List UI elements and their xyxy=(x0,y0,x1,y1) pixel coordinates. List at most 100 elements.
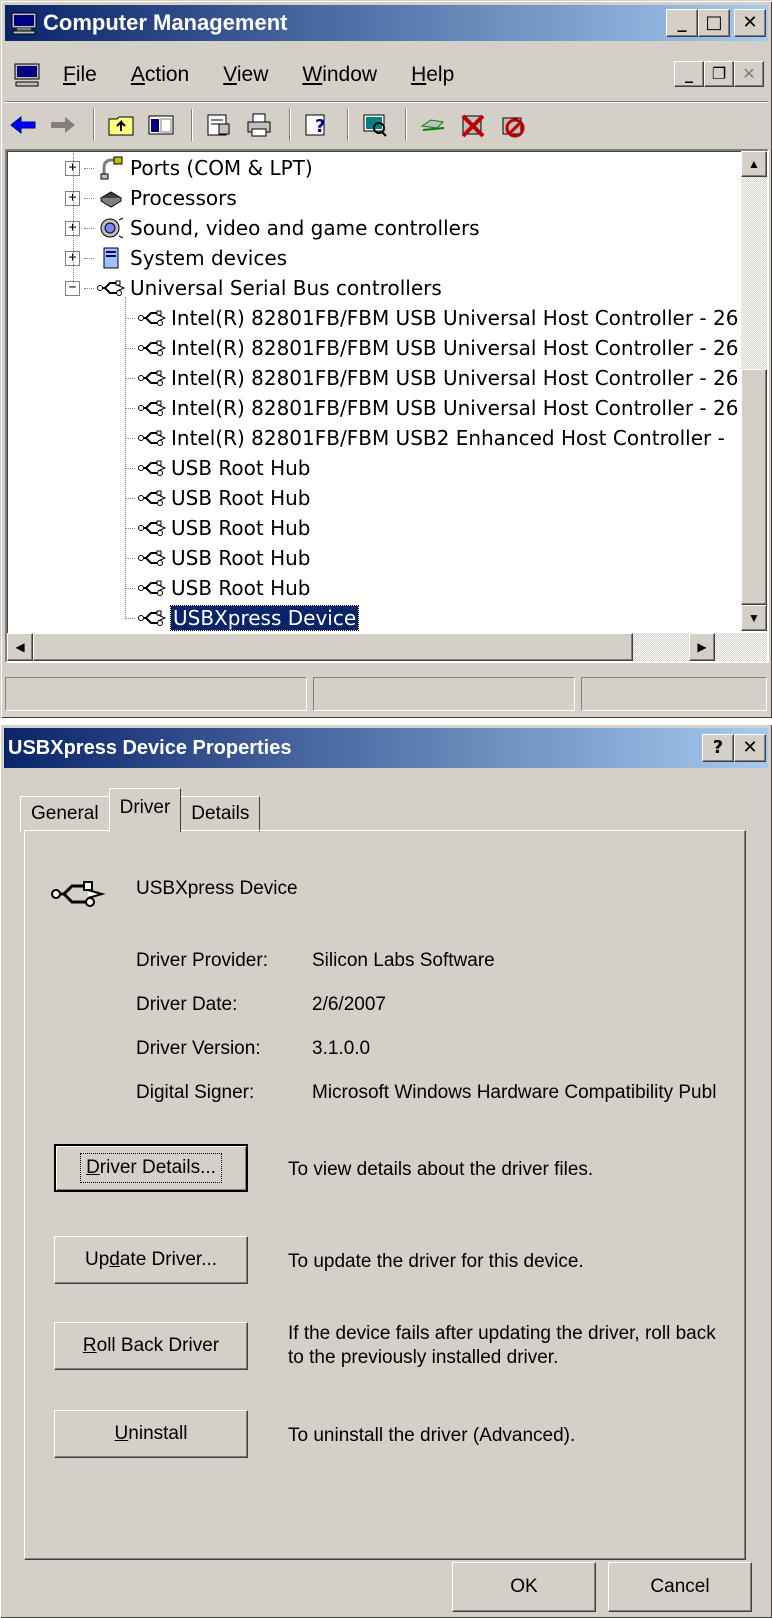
minimize-icon: _ xyxy=(677,12,687,33)
roll-back-driver-button[interactable]: Roll Back Driver xyxy=(54,1322,248,1370)
titlebar[interactable]: Computer Management _ □ ✕ xyxy=(5,5,768,41)
window-title: Computer Management xyxy=(43,10,288,35)
forward-arrow-icon xyxy=(51,116,75,133)
disable-toolbar-button[interactable] xyxy=(495,107,531,143)
device-label: Intel(R) 82801FB/FBM USB Universal Host … xyxy=(171,396,739,420)
vertical-scrollbar[interactable]: ▲ ▼ xyxy=(741,151,767,631)
horizontal-scroll-thumb[interactable] xyxy=(33,633,633,661)
scroll-right-arrow-icon: ▶ xyxy=(697,640,707,654)
console-tree-icon xyxy=(148,115,174,134)
tree-category-row[interactable]: + Ports (COM & LPT) xyxy=(65,153,313,183)
update-driver-icon xyxy=(420,118,445,131)
tree-device-row[interactable]: USB Root Hub xyxy=(125,453,311,483)
menu-view[interactable]: View xyxy=(223,63,268,87)
mdi-restore-button[interactable]: ❐ xyxy=(704,61,734,87)
tab-general[interactable]: General xyxy=(20,796,110,832)
maximize-button[interactable]: □ xyxy=(698,9,730,37)
menu-action[interactable]: Action xyxy=(131,63,189,87)
vertical-scroll-thumb[interactable] xyxy=(741,369,767,605)
tree-device-row[interactable]: USBXpress Device xyxy=(125,603,360,633)
selected-device-label: USBXpress Device xyxy=(169,605,360,631)
computer-management-icon xyxy=(11,11,37,35)
scroll-right-button[interactable]: ▶ xyxy=(689,633,715,661)
show-hide-console-tree-button[interactable] xyxy=(143,107,179,143)
scan-hardware-icon xyxy=(363,114,387,137)
back-arrow-icon xyxy=(10,115,36,134)
device-name: USBXpress Device xyxy=(136,878,298,899)
cancel-button[interactable]: Cancel xyxy=(608,1562,752,1612)
help-icon: ? xyxy=(305,114,325,137)
scroll-left-button[interactable]: ◀ xyxy=(7,633,33,661)
tree-category-label: Processors xyxy=(130,186,237,210)
device-label: Intel(R) 82801FB/FBM USB2 Enhanced Host … xyxy=(171,426,725,450)
help-caption-button[interactable]: ? xyxy=(702,734,734,762)
tree-device-row[interactable]: Intel(R) 82801FB/FBM USB Universal Host … xyxy=(125,303,738,333)
tree-category-label: Sound, video and game controllers xyxy=(130,216,480,240)
scan-hardware-button[interactable] xyxy=(357,107,393,143)
document-icon[interactable] xyxy=(13,62,43,88)
svg-text:?: ? xyxy=(315,116,325,137)
tree-category-label: Universal Serial Bus controllers xyxy=(130,276,442,300)
menu-window[interactable]: Window xyxy=(302,63,377,87)
print-button[interactable] xyxy=(241,107,277,143)
dialog-titlebar[interactable]: USBXpress Device Properties ? ✕ xyxy=(4,728,768,768)
device-label: Intel(R) 82801FB/FBM USB Universal Host … xyxy=(171,306,739,330)
tree-device-row[interactable]: USB Root Hub xyxy=(125,513,311,543)
tree-device-row[interactable]: Intel(R) 82801FB/FBM USB2 Enhanced Host … xyxy=(125,423,725,453)
forward-button[interactable] xyxy=(45,107,81,143)
status-bar xyxy=(5,677,768,711)
update-driver-description: To update the driver for this device. xyxy=(288,1251,584,1272)
driver-version-value: 3.1.0.0 xyxy=(312,1038,371,1059)
dialog-close-button[interactable]: ✕ xyxy=(734,734,766,762)
tree-device-row[interactable]: Intel(R) 82801FB/FBM USB Universal Host … xyxy=(125,333,738,363)
question-mark-icon: ? xyxy=(712,737,724,758)
tab-strip: General Driver Details xyxy=(20,788,261,832)
horizontal-scrollbar[interactable]: ◀ ▶ xyxy=(7,633,767,661)
driver-details-button[interactable]: Driver Details... xyxy=(54,1144,248,1192)
tab-details[interactable]: Details xyxy=(180,796,261,832)
close-button[interactable]: ✕ xyxy=(734,9,766,37)
close-icon: ✕ xyxy=(742,12,758,33)
usb-icon xyxy=(137,425,167,451)
tree-device-row[interactable]: Intel(R) 82801FB/FBM USB Universal Host … xyxy=(125,363,738,393)
tree-category-row[interactable]: + Processors xyxy=(65,183,237,213)
usb-icon xyxy=(137,395,167,421)
tree-category-row[interactable]: + Sound, video and game controllers xyxy=(65,213,480,243)
update-driver-button[interactable]: Up d ate Driver... xyxy=(54,1236,248,1284)
folder-up-icon xyxy=(108,116,134,135)
tab-driver[interactable]: Driver xyxy=(108,788,182,832)
ok-button[interactable]: OK xyxy=(452,1562,596,1612)
processor-icon xyxy=(96,185,126,211)
collapse-icon[interactable]: − xyxy=(65,280,80,296)
driver-provider-value: Silicon Labs Software xyxy=(312,950,495,971)
up-one-level-button[interactable] xyxy=(103,107,139,143)
scroll-left-arrow-icon: ◀ xyxy=(15,640,25,654)
menu-help[interactable]: Help xyxy=(411,63,454,87)
mdi-minimize-button[interactable]: _ xyxy=(674,61,704,87)
usb-icon xyxy=(137,485,167,511)
uninstall-button[interactable]: Uninstall xyxy=(54,1410,248,1458)
scroll-down-button[interactable]: ▼ xyxy=(741,605,767,631)
back-button[interactable] xyxy=(5,107,41,143)
sound-icon xyxy=(96,215,126,241)
menu-file[interactable]: File xyxy=(63,63,97,87)
tree-device-row[interactable]: USB Root Hub xyxy=(125,543,311,573)
tree-category-row[interactable]: + System devices xyxy=(65,243,287,273)
device-label: USB Root Hub xyxy=(171,546,311,570)
scroll-down-arrow-icon: ▼ xyxy=(748,611,760,625)
tree-device-row[interactable]: USB Root Hub xyxy=(125,483,311,513)
device-tree[interactable]: + Ports (COM & LPT) + Processors + Sound, vid… xyxy=(5,149,769,663)
tree-category-row[interactable]: − Universal Serial Bus controllers xyxy=(65,273,442,303)
scroll-up-button[interactable]: ▲ xyxy=(741,151,767,177)
tree-device-row[interactable]: USB Root Hub xyxy=(125,573,311,603)
help-button[interactable]: ? xyxy=(299,107,335,143)
mdi-close-button: ✕ xyxy=(734,61,764,87)
usb-icon xyxy=(137,575,167,601)
usb-device-icon xyxy=(50,872,106,914)
update-driver-toolbar-button[interactable] xyxy=(415,107,451,143)
properties-button[interactable] xyxy=(201,107,237,143)
uninstall-toolbar-button[interactable] xyxy=(455,107,491,143)
tree-device-row[interactable]: Intel(R) 82801FB/FBM USB Universal Host … xyxy=(125,393,738,423)
dialog-title: USBXpress Device Properties xyxy=(8,736,292,759)
minimize-button[interactable]: _ xyxy=(666,9,698,37)
